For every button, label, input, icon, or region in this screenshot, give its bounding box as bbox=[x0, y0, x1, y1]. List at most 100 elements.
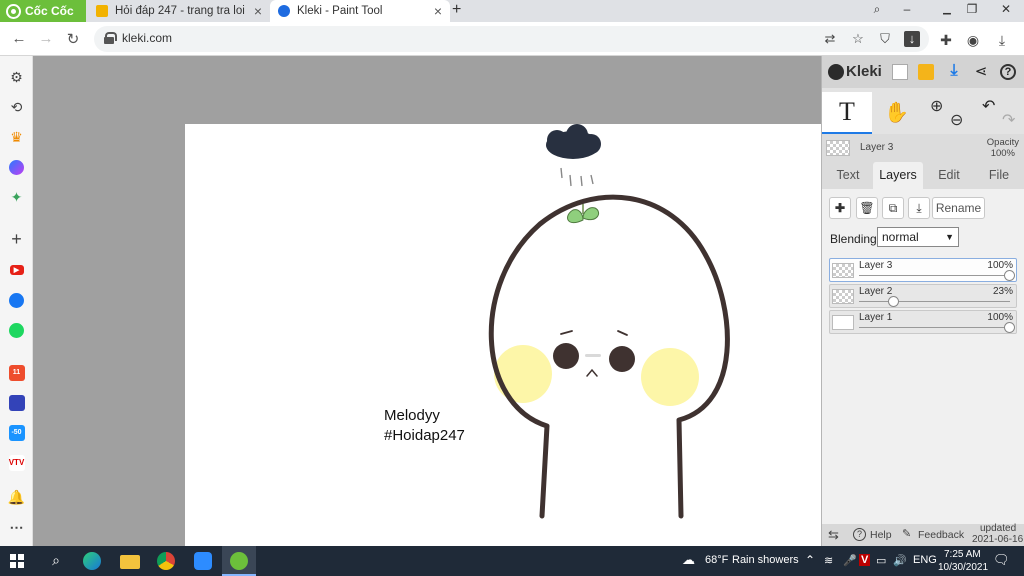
browser-brand-button[interactable]: Cốc Cốc bbox=[0, 0, 86, 22]
search-icon[interactable]: ⌕ bbox=[46, 552, 66, 570]
tab-hoidap247[interactable]: Hỏi đáp 247 - trang tra loi × bbox=[88, 0, 270, 22]
layer-opacity-handle[interactable] bbox=[1004, 322, 1015, 333]
layer-row-2[interactable]: Layer 2 23% bbox=[829, 284, 1017, 308]
zoom-app-icon[interactable] bbox=[194, 552, 212, 570]
save-download-icon[interactable]: ⤓ bbox=[946, 63, 962, 80]
battery-icon[interactable]: ▭ bbox=[876, 554, 886, 567]
duplicate-layer-button[interactable]: ⧉ bbox=[882, 197, 904, 219]
weather-icon[interactable]: ☁ bbox=[682, 552, 695, 568]
language-indicator[interactable]: ENG bbox=[913, 554, 937, 566]
text-tool-button[interactable]: T bbox=[822, 92, 872, 134]
crown-icon[interactable]: ♛ bbox=[8, 129, 25, 146]
edge-browser-icon[interactable] bbox=[83, 552, 101, 570]
tab-layers[interactable]: Layers bbox=[873, 162, 923, 189]
clock-date[interactable]: 10/30/2021 bbox=[938, 562, 988, 573]
swap-sides-icon[interactable]: ⇆ bbox=[828, 527, 839, 543]
add-sidebar-item-icon[interactable]: + bbox=[8, 229, 25, 249]
shopee-icon[interactable]: 11 bbox=[8, 364, 25, 381]
layer-opacity-slider[interactable] bbox=[859, 275, 1010, 276]
coccoc-taskbar-button[interactable] bbox=[222, 546, 256, 576]
youtube-icon[interactable]: ▶ bbox=[8, 261, 25, 278]
wifi-icon[interactable]: ≋ bbox=[824, 554, 833, 567]
minimize-icon[interactable]: – bbox=[898, 2, 916, 16]
add-layer-button[interactable]: ✚ bbox=[829, 197, 851, 219]
search-tabs-icon[interactable]: ⌕ bbox=[868, 2, 886, 17]
messenger-icon[interactable] bbox=[8, 159, 25, 176]
updated-label: updated bbox=[980, 523, 1017, 534]
bookmark-star-icon[interactable]: ☆ bbox=[850, 31, 866, 47]
blending-select[interactable]: normal ▼ bbox=[877, 227, 959, 247]
drawing-canvas[interactable]: Melodyy #Hoidap247 bbox=[185, 124, 821, 546]
undo-icon[interactable]: ↶ bbox=[982, 96, 995, 116]
more-options-icon[interactable]: ⋯ bbox=[8, 519, 25, 536]
notification-bell-icon[interactable]: 🔔 bbox=[8, 489, 25, 506]
tab-close-icon[interactable]: × bbox=[254, 3, 262, 19]
left-eye bbox=[553, 343, 579, 369]
facebook-icon[interactable] bbox=[8, 292, 25, 309]
delete-layer-button[interactable]: 🗑 bbox=[856, 197, 878, 219]
zoom-in-icon[interactable]: ⊕ bbox=[930, 96, 943, 116]
microphone-icon[interactable]: 🎤 bbox=[843, 554, 857, 567]
merge-layer-button[interactable]: ⤓ bbox=[908, 197, 930, 219]
share-icon[interactable]: ⋖ bbox=[973, 64, 989, 80]
vtv-icon[interactable]: VTV bbox=[8, 454, 25, 471]
tab-text[interactable]: Text bbox=[828, 162, 868, 189]
settings-gear-icon[interactable]: ⚙ bbox=[8, 69, 25, 86]
forward-icon[interactable]: → bbox=[37, 30, 55, 47]
tray-chevron-up-icon[interactable]: ⌃ bbox=[805, 553, 815, 567]
feedback-icon[interactable]: ✎ bbox=[902, 527, 911, 540]
kleki-logo[interactable]: Kleki bbox=[828, 63, 882, 80]
gamepad-icon[interactable]: ✦ bbox=[8, 189, 25, 206]
tiki-icon[interactable]: -50 bbox=[8, 424, 25, 441]
spotify-icon[interactable] bbox=[8, 322, 25, 339]
layer-opacity-slider[interactable] bbox=[859, 327, 1010, 328]
download-page-icon[interactable]: ↓ bbox=[904, 31, 920, 47]
feedback-link[interactable]: Feedback bbox=[918, 529, 964, 541]
profile-icon[interactable]: ◉ bbox=[964, 31, 982, 49]
hand-tool-icon[interactable]: ✋ bbox=[884, 100, 909, 125]
clock-time[interactable]: 7:25 AM bbox=[944, 549, 981, 560]
downloads-icon[interactable]: ⤓ bbox=[993, 31, 1011, 49]
vpn-icon[interactable]: V bbox=[859, 554, 871, 566]
layer-name: Layer 3 bbox=[859, 260, 893, 271]
new-tab-icon[interactable]: + bbox=[452, 1, 461, 19]
url-input[interactable] bbox=[122, 31, 722, 45]
tab-file[interactable]: File bbox=[979, 162, 1019, 189]
volume-icon[interactable]: 🔊 bbox=[893, 554, 907, 567]
tab-edit[interactable]: Edit bbox=[929, 162, 969, 189]
minimize-window-icon[interactable]: ▁ bbox=[938, 4, 956, 15]
weather-description[interactable]: Rain showers bbox=[732, 554, 799, 566]
translate-icon[interactable]: ⇄ bbox=[822, 31, 838, 47]
layer-opacity-handle[interactable] bbox=[1004, 270, 1015, 281]
file-explorer-icon[interactable] bbox=[120, 555, 140, 569]
redo-icon[interactable]: ↷ bbox=[1002, 110, 1015, 130]
notification-center-icon[interactable]: 🗨 bbox=[993, 552, 1010, 568]
lock-icon bbox=[104, 32, 117, 44]
extensions-icon[interactable]: ✚ bbox=[937, 31, 955, 49]
windows-start-icon[interactable] bbox=[10, 554, 24, 568]
shield-icon[interactable]: ⛉ bbox=[877, 31, 893, 47]
history-icon[interactable]: ⟲ bbox=[8, 99, 25, 116]
chrome-icon[interactable] bbox=[157, 552, 175, 570]
canvas-workspace[interactable]: Melodyy #Hoidap247 bbox=[33, 56, 821, 546]
weather-temp[interactable]: 68°F bbox=[705, 554, 728, 566]
layer-opacity-slider[interactable] bbox=[859, 301, 1010, 302]
rename-layer-button[interactable]: Rename bbox=[932, 197, 985, 219]
restore-window-icon[interactable]: ❐ bbox=[963, 2, 981, 16]
tab-kleki[interactable]: Kleki - Paint Tool × bbox=[270, 0, 450, 22]
back-icon[interactable]: ← bbox=[10, 30, 28, 47]
layer-row-1[interactable]: Layer 1 100% bbox=[829, 310, 1017, 334]
address-bar[interactable]: ⇄ ☆ ⛉ ↓ bbox=[94, 26, 929, 52]
tab-close-icon[interactable]: × bbox=[434, 3, 442, 19]
close-window-icon[interactable]: ✕ bbox=[997, 2, 1015, 16]
lazada-icon[interactable] bbox=[8, 394, 25, 411]
help-link[interactable]: Help bbox=[870, 529, 892, 541]
layer-row-3[interactable]: Layer 3 100% bbox=[829, 258, 1017, 282]
zoom-out-icon[interactable]: ⊖ bbox=[950, 110, 963, 130]
open-folder-icon[interactable] bbox=[918, 64, 934, 80]
reload-icon[interactable]: ↻ bbox=[64, 30, 82, 48]
layer-opacity-handle[interactable] bbox=[887, 296, 899, 307]
help-circle-icon[interactable]: ? bbox=[853, 528, 866, 541]
new-image-icon[interactable] bbox=[892, 64, 908, 80]
help-icon[interactable]: ? bbox=[1000, 64, 1016, 80]
